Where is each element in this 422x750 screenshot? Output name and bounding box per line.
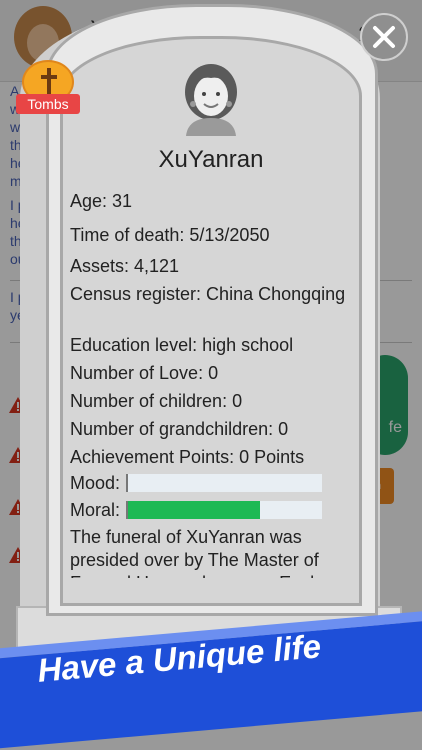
portrait-icon bbox=[180, 62, 242, 136]
funeral-description[interactable]: The funeral of XuYanran was presided ove… bbox=[70, 526, 356, 578]
mood-label: Mood: bbox=[70, 473, 121, 493]
tombs-button[interactable]: Tombs bbox=[16, 60, 80, 116]
deceased-name: XuYanran bbox=[158, 146, 264, 173]
mood-bar bbox=[126, 474, 322, 492]
moral-bar-fill bbox=[128, 501, 260, 519]
number-of-children-text: Number of children: 0 bbox=[70, 391, 243, 411]
number-of-love-text: Number of Love: 0 bbox=[70, 363, 219, 383]
close-button[interactable] bbox=[360, 13, 408, 61]
moral-label: Moral: bbox=[70, 500, 121, 520]
achievement-points-text: Achievement Points: 0 Points bbox=[70, 447, 305, 467]
close-icon bbox=[373, 26, 395, 48]
tombs-label: Tombs bbox=[16, 94, 80, 114]
moral-bar bbox=[126, 501, 322, 519]
number-of-grandchildren-text: Number of grandchildren: 0 bbox=[70, 419, 289, 439]
time-of-death-text: Time of death: 5/13/2050 bbox=[70, 225, 270, 245]
education-level-text: Education level: high school bbox=[70, 335, 294, 355]
assets-text: Assets: 4,121 bbox=[70, 256, 180, 276]
census-register-text: Census register: China Chongqing bbox=[70, 284, 346, 304]
age-text: Age: 31 bbox=[70, 191, 133, 211]
